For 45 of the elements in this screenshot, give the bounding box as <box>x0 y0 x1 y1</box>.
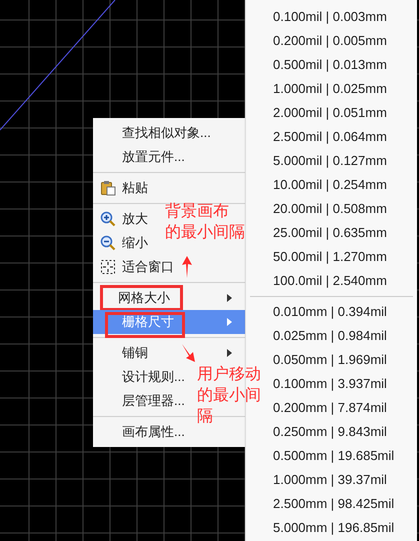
menu-item[interactable]: 1.000mm | 39.37mil <box>273 472 387 487</box>
menu-item[interactable]: 2.000mil | 0.051mm <box>273 105 387 120</box>
annotation-text: 背景画布 <box>165 202 230 222</box>
submenu-arrow-icon <box>227 294 232 302</box>
menu-item[interactable]: 0.050mm | 1.969mil <box>273 352 387 367</box>
menu-item[interactable]: 20.00mil | 0.508mm <box>273 201 387 216</box>
menu-item[interactable]: 层管理器... <box>100 392 185 410</box>
menu-item[interactable]: 粘贴 <box>100 179 148 197</box>
menu-item[interactable]: 0.200mil | 0.005mm <box>273 33 387 48</box>
submenu-arrow-icon <box>227 349 232 357</box>
arrow-icon <box>182 344 196 362</box>
menu-item[interactable]: 0.250mm | 9.843mil <box>273 424 387 439</box>
annotation-text: 隔 <box>197 407 214 427</box>
menu-item[interactable]: 缩小 <box>100 234 148 252</box>
menu-item[interactable]: 画布属性... <box>100 423 185 441</box>
annotation-text: 用户移动 <box>197 364 261 385</box>
menu-item[interactable]: 2.500mil | 0.064mm <box>273 129 387 144</box>
menu-item[interactable]: 5.000mil | 0.127mm <box>273 153 387 168</box>
menu-item[interactable]: 适合窗口 <box>100 258 174 276</box>
menu-item[interactable]: 0.200mm | 7.874mil <box>273 400 387 415</box>
zoom-in-icon <box>100 211 116 227</box>
menu-item[interactable]: 0.010mm | 0.394mil <box>273 304 387 319</box>
menu-item[interactable]: 设计规则... <box>100 368 185 386</box>
clipboard-icon <box>100 180 116 196</box>
menu-item[interactable]: 1.000mil | 0.025mm <box>273 81 387 96</box>
menu-item[interactable]: 0.025mm | 0.984mil <box>273 328 387 343</box>
fit-window-icon <box>100 259 116 275</box>
menu-item[interactable]: 铺铜 <box>100 344 148 362</box>
menu-item[interactable]: 10.00mil | 0.254mm <box>273 177 387 192</box>
submenu-arrow-icon <box>227 318 232 326</box>
menu-item[interactable]: 0.100mil | 0.003mm <box>273 9 387 24</box>
menu-item[interactable]: 0.500mm | 19.685mil <box>273 448 394 463</box>
annotation-text: 的最小间 <box>197 386 261 406</box>
annotation-text: 的最小间隔 <box>165 222 245 243</box>
menu-item[interactable]: 0.100mm | 3.937mil <box>273 376 387 391</box>
menu-item[interactable]: 放大 <box>100 210 148 228</box>
menu-item[interactable]: 50.00mil | 1.270mm <box>273 249 387 264</box>
zoom-out-icon <box>100 235 116 251</box>
menu-item[interactable]: 2.500mm | 98.425mil <box>273 496 394 511</box>
menu-item[interactable]: 查找相似对象... <box>100 124 211 142</box>
menu-item[interactable]: 5.000mm | 196.85mil <box>273 520 394 535</box>
menu-item[interactable]: 放置元件... <box>100 148 185 166</box>
menu-item[interactable]: 25.00mil | 0.635mm <box>273 225 387 240</box>
menu-item[interactable]: 0.500mil | 0.013mm <box>273 57 387 72</box>
menu-item[interactable]: 100.0mil | 2.540mm <box>273 273 387 288</box>
